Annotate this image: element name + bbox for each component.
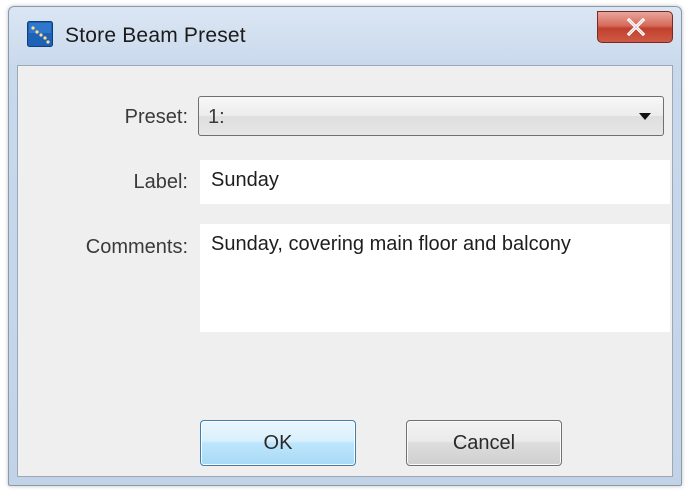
label-input[interactable]: Sunday	[200, 160, 670, 204]
comments-label: Comments:	[85, 236, 188, 258]
app-icon	[27, 21, 53, 47]
dialog-window: Store Beam Preset Preset: 1: Label: Sund…	[8, 6, 682, 486]
preset-label: Preset:	[124, 106, 188, 128]
chevron-down-icon	[639, 113, 651, 120]
dialog-body: Preset: 1: Label: Sunday Comments: Sunda…	[17, 65, 673, 477]
ok-button[interactable]: OK	[200, 420, 356, 466]
close-icon	[626, 18, 646, 36]
close-button[interactable]	[597, 11, 673, 43]
preset-dropdown[interactable]: 1:	[198, 96, 664, 136]
title-bar[interactable]: Store Beam Preset	[9, 7, 681, 65]
window-title: Store Beam Preset	[65, 24, 246, 47]
comments-textarea[interactable]: Sunday, covering main floor and balcony	[200, 224, 670, 332]
preset-selected-value: 1:	[208, 106, 225, 128]
cancel-button[interactable]: Cancel	[406, 420, 562, 466]
label-label: Label:	[133, 171, 189, 193]
